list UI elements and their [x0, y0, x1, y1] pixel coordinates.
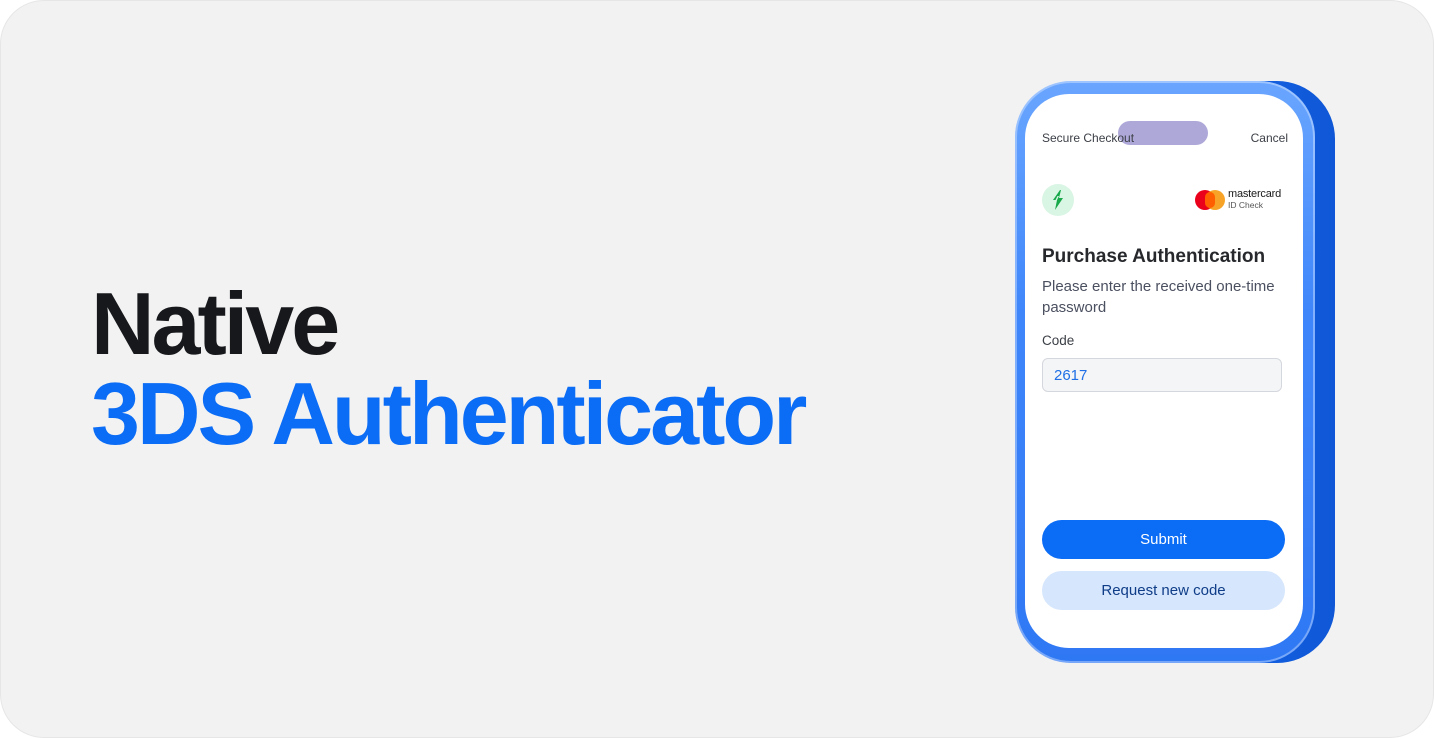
code-input[interactable]: [1042, 358, 1282, 392]
mastercard-id-check-logo: mastercard ID Check: [1195, 188, 1288, 212]
phone-screen: Secure Checkout Cancel mastercard ID Che…: [1025, 94, 1303, 648]
purchase-auth-instructions: Please enter the received one-time passw…: [1042, 278, 1275, 316]
id-check-text: ID Check: [1228, 200, 1263, 210]
purchase-auth-title: Purchase Authentication: [1042, 246, 1266, 267]
lightning-bolt-icon: [1042, 184, 1074, 216]
headline-line-3ds-authenticator: 3DS Authenticator: [91, 364, 807, 463]
checkout-title: Secure Checkout: [1042, 131, 1135, 145]
submit-button[interactable]: Submit: [1042, 520, 1285, 559]
mastercard-brand-text: mastercard: [1228, 188, 1282, 200]
code-field-label: Code: [1042, 333, 1075, 348]
mastercard-logo-icon: [1195, 190, 1225, 210]
request-new-code-button[interactable]: Request new code: [1042, 571, 1285, 610]
cancel-button[interactable]: Cancel: [1251, 131, 1288, 145]
banner-canvas: Native 3DS Authenticator Secure Checkout…: [0, 0, 1434, 738]
headline: Native 3DS Authenticator: [91, 274, 807, 463]
lightning-bolt-glyph: [1053, 190, 1063, 210]
headline-line-native: Native: [91, 274, 340, 373]
